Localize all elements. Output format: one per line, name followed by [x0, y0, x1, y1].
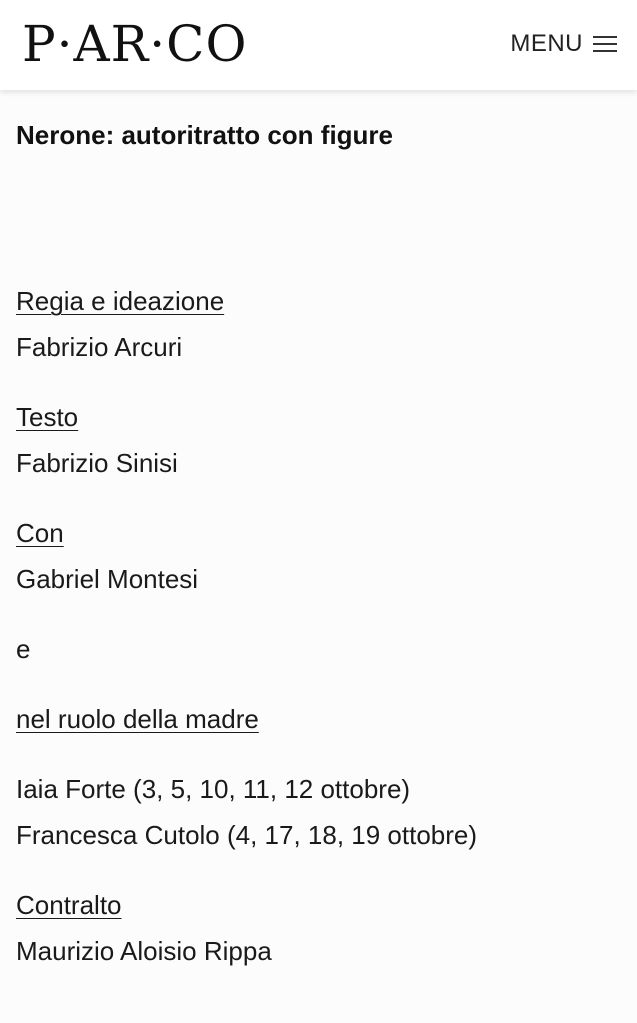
- show-title: Nerone: autoritratto con figure: [16, 120, 394, 150]
- credit-mother-role: nel ruolo della madre: [16, 696, 616, 742]
- credit-role-link[interactable]: Contralto: [16, 882, 122, 928]
- show-details: Nerone: autoritratto con figure Regia e …: [16, 114, 616, 998]
- credit-mother-names: Iaia Forte (3, 5, 10, 11, 12 ottobre) Fr…: [16, 766, 616, 858]
- credit-role-link[interactable]: Testo: [16, 394, 78, 440]
- site-header: P·AR·CO MENU: [0, 0, 637, 90]
- credit-regia: Regia e ideazione Fabrizio Arcuri: [16, 278, 616, 370]
- credit-role-link[interactable]: Con: [16, 510, 64, 556]
- credit-contralto: Contralto Maurizio Aloisio Rippa: [16, 882, 616, 974]
- credit-name: Maurizio Aloisio Rippa: [16, 936, 272, 966]
- credit-name: Iaia Forte (3, 5, 10, 11, 12 ottobre): [16, 774, 411, 804]
- credit-name: Fabrizio Sinisi: [16, 448, 178, 478]
- credit-role-link[interactable]: Regia e ideazione: [16, 278, 224, 324]
- credit-role-link[interactable]: nel ruolo della madre: [16, 696, 259, 742]
- connector-text: e: [16, 634, 31, 664]
- credit-name: Fabrizio Arcuri: [16, 332, 183, 362]
- site-logo[interactable]: P·AR·CO: [22, 14, 247, 74]
- menu-label: MENU: [510, 30, 583, 57]
- hamburger-icon: [593, 34, 617, 54]
- credit-con: Con Gabriel Montesi: [16, 510, 616, 602]
- credit-testo: Testo Fabrizio Sinisi: [16, 394, 616, 486]
- credit-name: Gabriel Montesi: [16, 564, 199, 594]
- menu-button[interactable]: MENU: [510, 30, 617, 58]
- credit-name: Francesca Cutolo (4, 17, 18, 19 ottobre): [16, 820, 478, 850]
